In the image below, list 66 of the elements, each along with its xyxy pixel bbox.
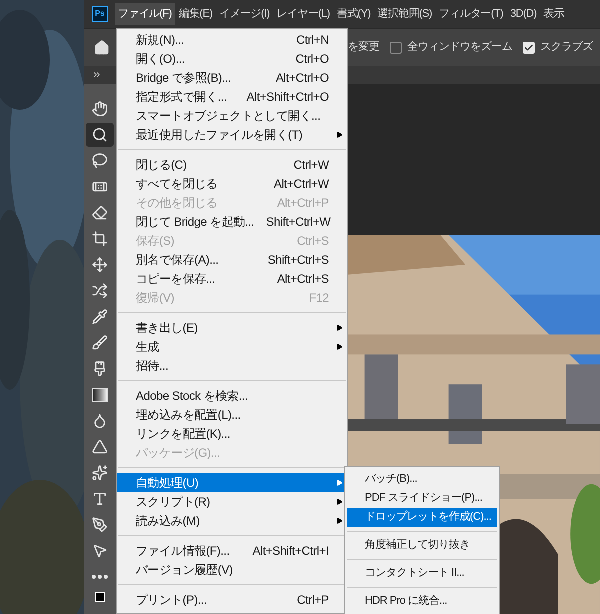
home-icon[interactable] xyxy=(94,40,110,56)
menu-bar-item[interactable]: 表示 xyxy=(540,3,568,25)
menu-bar-item[interactable]: 書式(Y) xyxy=(334,3,374,25)
tool-button[interactable] xyxy=(86,123,114,147)
menu-item[interactable]: 招待... xyxy=(117,356,347,375)
crop-icon xyxy=(92,231,108,247)
drop-icon xyxy=(92,413,108,429)
menu-item[interactable]: スマートオブジェクトとして開く... xyxy=(117,106,347,125)
menu-item[interactable]: 角度補正して切り抜き xyxy=(347,536,497,555)
menu-item[interactable]: バッチ(B)... xyxy=(347,470,497,489)
menu-item[interactable]: Adobe Stock を検索... xyxy=(117,386,347,405)
hand-icon xyxy=(92,101,108,117)
checkbox[interactable] xyxy=(522,42,534,54)
menu-item[interactable]: 指定形式で開く... Alt+Shift+Ctrl+O xyxy=(117,87,347,106)
more-icon xyxy=(92,575,108,579)
checkbox[interactable] xyxy=(390,42,402,54)
menu-item[interactable]: 最近使用したファイルを開く(T) xyxy=(117,125,347,144)
pen-icon xyxy=(92,517,108,533)
menu-item[interactable]: 自動処理(U) xyxy=(117,473,347,492)
pointer-icon xyxy=(92,543,108,559)
menu-bar-item[interactable]: ファイル(F) xyxy=(115,3,175,25)
menu-item[interactable]: 生成 xyxy=(117,337,347,356)
menu-bar-item[interactable]: イメージ(I) xyxy=(216,3,273,25)
gradient-icon xyxy=(92,388,108,402)
menu-bar-item[interactable]: 3D(D) xyxy=(507,3,540,25)
option-label: を変更 xyxy=(348,40,380,56)
menu-item[interactable]: Bridge で参照(B)... Alt+Ctrl+O xyxy=(117,68,347,87)
menu-item[interactable]: 埋め込みを配置(L)... xyxy=(117,405,347,424)
lasso-icon xyxy=(92,153,108,169)
shuffle-icon xyxy=(92,283,108,299)
eyedropper-icon xyxy=(92,309,108,325)
menu-bar-item[interactable]: レイヤー(L) xyxy=(274,3,333,25)
eraser-icon xyxy=(92,205,108,221)
menu-item[interactable]: 読み込み(M) xyxy=(117,511,347,530)
menu-item[interactable]: バージョン履歴(V) xyxy=(117,560,347,579)
expand-panel-icon[interactable] xyxy=(92,70,102,80)
color-swatch-icon[interactable] xyxy=(95,592,105,602)
menu-item[interactable]: プリント(P)... Ctrl+P xyxy=(117,590,347,609)
menu-item[interactable]: 開く(O)... Ctrl+O xyxy=(117,49,347,68)
menu-item[interactable]: ドロップレットを作成(C)... xyxy=(347,508,497,527)
menu-item[interactable]: スクリプト(R) xyxy=(117,492,347,511)
menu-item[interactable]: 別名で保存(A)... Shift+Ctrl+S xyxy=(117,250,347,269)
checkbox-label: 全ウィンドウをズーム xyxy=(408,40,512,56)
text-tool-icon xyxy=(92,491,108,507)
menu-item[interactable]: 閉じる(C) Ctrl+W xyxy=(117,155,347,174)
sparkle-icon xyxy=(92,465,108,481)
zoom-icon xyxy=(92,127,108,143)
menu-bar-item[interactable]: 編集(E) xyxy=(176,3,216,25)
menu-item[interactable]: PDF スライドショー(P)... xyxy=(347,489,497,508)
menu-item[interactable]: 書き出し(E) xyxy=(117,318,347,337)
move-icon xyxy=(92,257,108,273)
menu-item[interactable]: 閉じて Bridge を起動... Shift+Ctrl+W xyxy=(117,212,347,231)
menu-item[interactable]: コンタクトシート II... xyxy=(347,564,497,583)
brush-icon xyxy=(92,335,108,351)
app-logo: Ps xyxy=(92,6,108,22)
menu-bar-item[interactable]: フィルター(T) xyxy=(436,3,506,25)
paintbrush-icon xyxy=(92,361,108,377)
menu-item[interactable]: すべてを閉じる Alt+Ctrl+W xyxy=(117,174,347,193)
menu-bar-item[interactable]: 選択範囲(S) xyxy=(374,3,436,25)
menu-item[interactable]: ファイル情報(F)... Alt+Shift+Ctrl+I xyxy=(117,541,347,560)
checkbox-label: スクラブズ xyxy=(540,40,593,56)
menu-item[interactable]: HDR Pro に統合... xyxy=(347,592,497,611)
menu-item[interactable]: 新規(N)... Ctrl+N xyxy=(117,30,347,49)
triangle-icon xyxy=(92,439,108,455)
menu-item[interactable]: コピーを保存... Alt+Ctrl+S xyxy=(117,269,347,288)
menu-item[interactable]: リンクを配置(K)... xyxy=(117,424,347,443)
